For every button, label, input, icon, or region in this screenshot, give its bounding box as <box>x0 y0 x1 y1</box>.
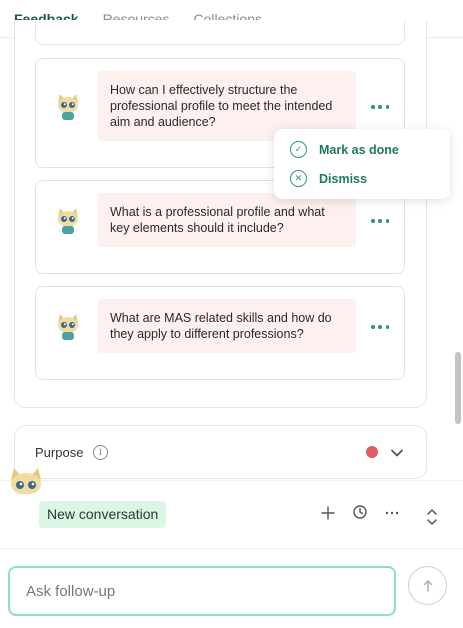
context-menu: ✓ Mark as done ✕ Dismiss <box>274 129 450 199</box>
ask-follow-up-input[interactable] <box>8 566 396 616</box>
more-options-button[interactable] <box>371 215 389 227</box>
dismiss-label: Dismiss <box>319 171 367 186</box>
history-clock-icon[interactable] <box>352 504 368 520</box>
status-dot <box>366 446 378 458</box>
send-button[interactable] <box>408 566 447 605</box>
scrollbar-thumb[interactable] <box>455 352 461 424</box>
new-conversation-label[interactable]: New conversation <box>39 501 167 528</box>
previous-card <box>35 20 405 45</box>
question-text: What are MAS related skills and how do t… <box>98 299 356 353</box>
mark-as-done-item[interactable]: ✓ Mark as done <box>290 141 399 158</box>
info-icon[interactable]: i <box>93 445 108 460</box>
more-options-button[interactable] <box>371 101 389 113</box>
chevron-down-icon[interactable] <box>389 445 405 461</box>
check-circle-icon: ✓ <box>290 141 307 158</box>
purpose-label: Purpose <box>35 445 84 460</box>
expand-collapse-icon[interactable] <box>424 507 440 527</box>
question-text: What is a professional profile and what … <box>98 193 356 247</box>
cat-avatar-icon <box>58 94 78 120</box>
more-horizontal-icon[interactable] <box>384 505 400 521</box>
mark-as-done-label: Mark as done <box>319 142 399 157</box>
question-card: What are MAS related skills and how do t… <box>35 286 405 380</box>
cat-avatar-icon <box>58 208 78 234</box>
dismiss-item[interactable]: ✕ Dismiss <box>290 170 367 187</box>
purpose-section[interactable]: Purpose i <box>14 425 427 479</box>
cat-avatar-icon <box>58 314 78 340</box>
x-circle-icon: ✕ <box>290 170 307 187</box>
arrow-up-icon <box>423 579 432 592</box>
more-options-button[interactable] <box>371 321 389 333</box>
cat-mascot-icon <box>11 468 41 494</box>
plus-icon[interactable] <box>320 505 336 521</box>
